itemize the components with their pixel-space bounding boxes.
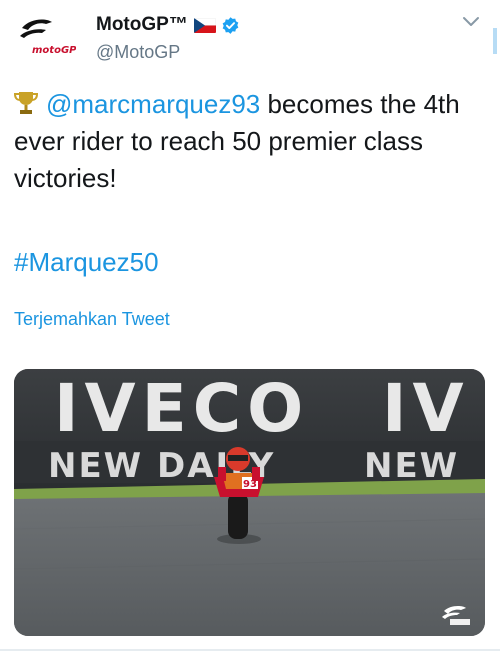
mention-link[interactable]: @marcmarquez93: [46, 89, 260, 119]
scroll-indicator: [493, 28, 497, 54]
display-name[interactable]: MotoGP™: [96, 14, 188, 36]
motogp-logo-icon: motoGP: [20, 19, 77, 56]
banner-text-iveco-repeat: IV: [382, 370, 470, 447]
banner-text-iveco: IVECO: [54, 370, 309, 447]
race-scene-image: IVECO IV NEW DAILY NEW 93: [14, 369, 485, 636]
hashtag-link[interactable]: #Marquez50: [14, 245, 159, 279]
name-row: MotoGP™: [96, 12, 240, 38]
czech-flag-icon: [193, 17, 216, 33]
avatar[interactable]: motoGP: [16, 14, 77, 66]
chevron-down-icon[interactable]: [460, 12, 482, 30]
trophy-icon: [13, 89, 39, 115]
svg-text:motoGP: motoGP: [32, 45, 76, 56]
verified-badge-icon: [221, 16, 240, 35]
tweet-media-video[interactable]: IVECO IV NEW DAILY NEW 93: [14, 369, 485, 636]
account-handle[interactable]: @MotoGP: [96, 42, 180, 63]
tweet-text: @marcmarquez93 becomes the 4th ever ride…: [13, 86, 490, 197]
translate-tweet-link[interactable]: Terjemahkan Tweet: [14, 309, 170, 330]
